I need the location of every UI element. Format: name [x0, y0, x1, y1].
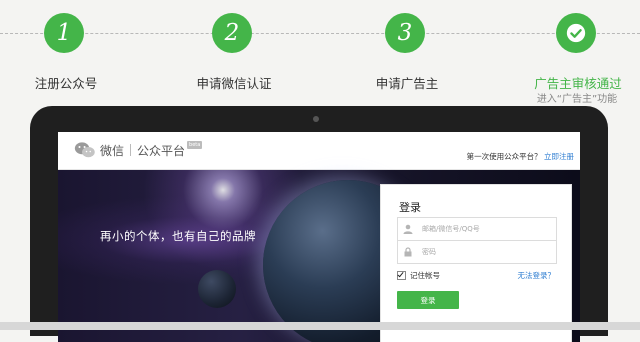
first-time-text: 第一次使用公众平台？	[466, 152, 542, 161]
first-time-prompt: 第一次使用公众平台？ 立即注册	[467, 151, 574, 162]
laptop-screen: 微信 公众平台 beta 第一次使用公众平台？ 立即注册 再小的个体，也有自己的…	[58, 132, 580, 342]
step-1-label: 注册公众号	[34, 76, 98, 91]
webcam-dot	[313, 116, 319, 122]
step-2-label: 申请微信认证	[196, 76, 272, 91]
cannot-login-link[interactable]: 无法登录？	[518, 270, 556, 281]
remember-label: 记住帐号	[410, 271, 440, 280]
step-3-number: 3	[397, 20, 413, 46]
hero-banner: 再小的个体，也有自己的品牌 登录 邮箱/微信号/QQ号 记住帐号 无法登录？ 登…	[58, 170, 580, 342]
lock-icon	[404, 247, 412, 257]
steps-dashed-line	[0, 33, 640, 34]
step-2-number: 2	[224, 20, 240, 46]
moon-graphic	[198, 270, 236, 308]
step-2-circle: 2	[212, 13, 252, 53]
step-1-circle: 1	[44, 13, 84, 53]
bottom-strip	[0, 322, 640, 330]
account-input[interactable]	[422, 225, 542, 233]
password-field[interactable]	[397, 240, 557, 264]
step-4-circle	[556, 13, 596, 53]
step-4-sublabel: 进入“广告主”功能	[536, 94, 618, 105]
step-3-label: 申请广告主	[375, 76, 439, 91]
step-1-number: 1	[56, 20, 72, 46]
login-button[interactable]: 登录	[397, 291, 459, 309]
laptop-frame: 微信 公众平台 beta 第一次使用公众平台？ 立即注册 再小的个体，也有自己的…	[30, 106, 608, 342]
user-icon	[403, 224, 413, 234]
remember-checkbox[interactable]	[397, 271, 406, 280]
platform-logo[interactable]: 微信 公众平台 beta	[74, 141, 203, 159]
check-circle-icon	[566, 23, 586, 43]
platform-header: 微信 公众平台 beta 第一次使用公众平台？ 立即注册	[58, 132, 580, 170]
product-name: 公众平台	[137, 143, 186, 158]
hero-slogan: 再小的个体，也有自己的品牌	[100, 229, 256, 243]
account-field[interactable]	[397, 217, 557, 241]
login-panel: 登录 记住帐号	[380, 184, 572, 342]
password-input[interactable]	[422, 248, 542, 256]
remember-account[interactable]: 记住帐号	[397, 270, 440, 281]
register-link[interactable]: 立即注册	[544, 152, 574, 161]
wechat-icon	[74, 142, 95, 158]
beta-badge: beta	[187, 141, 203, 149]
login-title: 登录	[399, 201, 421, 214]
brand-divider	[130, 144, 132, 156]
step-3-circle: 3	[385, 13, 425, 53]
brand-name: 微信	[100, 143, 125, 158]
